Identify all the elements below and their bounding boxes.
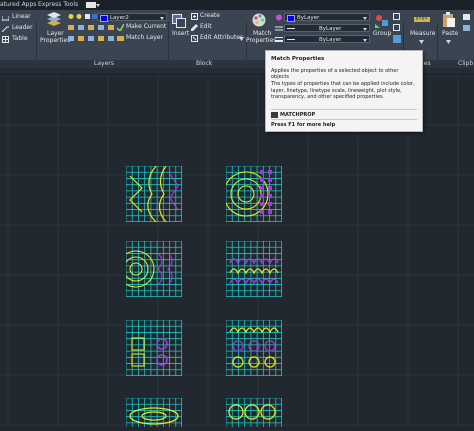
color-wheel-icon xyxy=(276,14,282,21)
leader-button[interactable]: Leader xyxy=(12,24,33,32)
make-current-icon xyxy=(117,24,124,31)
pattern-block-5[interactable] xyxy=(126,320,182,376)
chevron-down-icon xyxy=(160,17,164,20)
layer-properties-label-2[interactable]: Properties xyxy=(40,37,70,45)
linetype-preview xyxy=(287,28,295,29)
create-block-icon xyxy=(191,13,198,20)
match-layer-button[interactable]: Match Layer xyxy=(126,34,163,42)
create-block-button[interactable]: Create xyxy=(200,12,220,20)
pattern-block-4[interactable] xyxy=(226,241,282,297)
panel-title-layers[interactable]: Layers xyxy=(94,60,114,68)
tooltip-title: Match Properties xyxy=(271,56,325,62)
chevron-down-icon[interactable] xyxy=(239,37,244,41)
linetype-dropdown[interactable]: ByLayer xyxy=(284,24,370,32)
edit-attributes-icon xyxy=(191,35,198,42)
pattern-block-3[interactable] xyxy=(126,241,182,297)
clipboard-tool-icons[interactable] xyxy=(462,13,472,43)
match-properties-tooltip: Match Properties Applies the properties … xyxy=(265,50,423,132)
table-button[interactable]: Table xyxy=(12,35,28,43)
chevron-down-icon xyxy=(363,28,367,31)
color-swatch xyxy=(287,15,295,22)
layer-tool-icons-row-2[interactable] xyxy=(68,35,118,42)
match-properties-label-2[interactable]: Properties xyxy=(246,37,276,45)
paste-icon xyxy=(443,12,455,27)
pattern-block-6[interactable] xyxy=(226,320,282,376)
insert-button[interactable]: Insert xyxy=(172,30,189,38)
layer-dropdown[interactable]: Layer2 xyxy=(97,13,167,22)
command-icon xyxy=(271,112,278,118)
tooltip-divider xyxy=(271,109,417,110)
lineweight-dropdown[interactable]: ByLayer xyxy=(284,35,370,43)
chevron-down-icon xyxy=(363,39,367,42)
match-properties-icon xyxy=(252,13,266,27)
group-tool-icons[interactable] xyxy=(393,13,401,43)
tab-express-tools[interactable]: Express Tools xyxy=(38,0,78,10)
make-current-button[interactable]: Make Current xyxy=(126,23,166,31)
pattern-block-2[interactable] xyxy=(226,166,282,222)
panel-title-properties[interactable]: ies xyxy=(422,60,430,68)
tooltip-command: MATCHPROP xyxy=(280,112,316,118)
linetype-value: ByLayer xyxy=(319,26,342,32)
pattern-block-1[interactable] xyxy=(126,166,182,222)
leader-icon xyxy=(2,26,9,32)
chevron-down-icon xyxy=(363,17,367,20)
panel-title-clipboard[interactable]: Clipb xyxy=(458,60,473,68)
tooltip-help: Press F1 for more help xyxy=(271,122,336,128)
linear-dimension-icon xyxy=(2,16,9,21)
linetype-icon xyxy=(275,26,283,31)
pattern-block-7[interactable] xyxy=(126,398,182,427)
lineweight-preview xyxy=(287,39,295,40)
tab-overflow-dropdown[interactable] xyxy=(86,2,100,8)
layer-tool-icons-row-1[interactable] xyxy=(68,24,118,31)
edit-block-button[interactable]: Edit xyxy=(200,23,212,31)
measure-icon xyxy=(414,17,430,22)
edit-block-icon xyxy=(191,24,198,31)
chevron-down-icon[interactable] xyxy=(419,40,424,44)
lineweight-value: ByLayer xyxy=(319,37,342,43)
table-icon xyxy=(2,36,9,43)
match-layer-icon xyxy=(117,36,124,41)
layer-state-icons[interactable] xyxy=(68,13,98,20)
tooltip-divider xyxy=(271,119,417,120)
group-icon xyxy=(375,15,388,28)
paste-button[interactable]: Paste xyxy=(442,30,458,38)
layer-color-swatch xyxy=(100,15,108,22)
chevron-down-icon[interactable] xyxy=(446,40,451,44)
color-value: ByLayer xyxy=(297,15,320,21)
lineweight-icon xyxy=(275,37,283,42)
edit-attributes-button[interactable]: Edit Attributes xyxy=(200,34,243,42)
current-layer-name: Layer2 xyxy=(110,15,129,21)
tooltip-subtitle: Applies the properties of a selected obj… xyxy=(271,68,399,80)
linear-dimension-button[interactable]: Linear xyxy=(12,13,31,21)
panel-title-block[interactable]: Block xyxy=(196,60,212,68)
group-button[interactable]: Group xyxy=(373,30,391,38)
color-dropdown[interactable]: ByLayer xyxy=(284,13,370,22)
ribbon-tab-strip: atured Apps Express Tools xyxy=(0,0,474,10)
tooltip-body: The types of properties that can be appl… xyxy=(271,81,415,101)
layer-properties-icon xyxy=(47,12,61,26)
tab-featured-apps[interactable]: atured Apps xyxy=(0,0,36,10)
measure-button[interactable]: Measure xyxy=(410,30,436,38)
pattern-block-8[interactable] xyxy=(226,398,282,427)
insert-block-icon xyxy=(172,14,186,28)
